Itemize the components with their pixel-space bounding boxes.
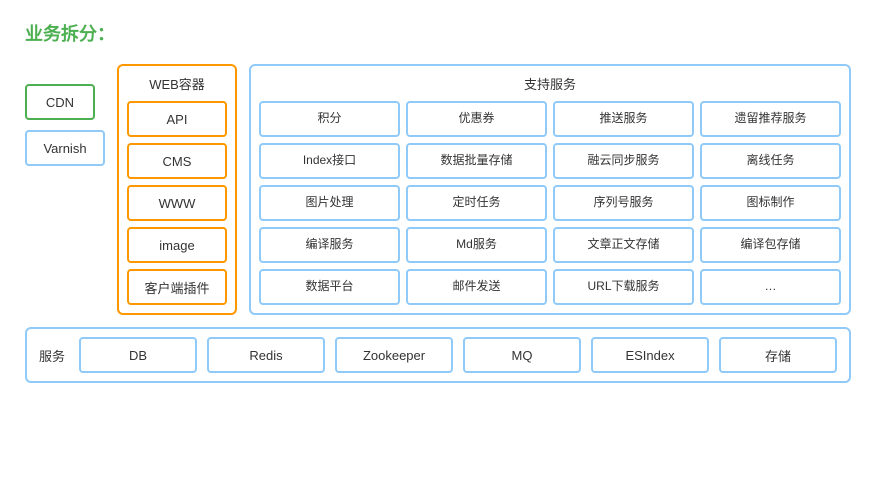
main-container: 业务拆分： CDN Varnish WEB容器 API CMS WWW image 客户… [0, 0, 876, 500]
support-item: 编译包存储 [700, 227, 841, 263]
support-item: 编译服务 [259, 227, 400, 263]
support-section-title: 支持服务 [259, 74, 841, 93]
support-item: … [700, 269, 841, 305]
support-item: 数据批量存储 [406, 143, 547, 179]
web-section-title: WEB容器 [127, 74, 227, 93]
left-items: CDN Varnish [25, 84, 105, 166]
bottom-section: 服务 DB Redis Zookeeper MQ ESIndex 存储 [25, 327, 851, 383]
web-item: 客户端插件 [127, 269, 227, 305]
service-item: Zookeeper [335, 337, 453, 373]
web-item: WWW [127, 185, 227, 221]
support-item: 数据平台 [259, 269, 400, 305]
top-section: CDN Varnish WEB容器 API CMS WWW image 客户端插件 支持… [25, 64, 851, 315]
support-item: 邮件发送 [406, 269, 547, 305]
support-item: 文章正文存储 [553, 227, 694, 263]
service-item: ESIndex [591, 337, 709, 373]
support-item: 图片处理 [259, 185, 400, 221]
support-item: URL下载服务 [553, 269, 694, 305]
web-items: API CMS WWW image 客户端插件 [127, 101, 227, 305]
service-label: 服务 [39, 346, 65, 365]
support-item: 积分 [259, 101, 400, 137]
varnish-box: Varnish [25, 130, 105, 166]
support-item: 遗留推荐服务 [700, 101, 841, 137]
support-container: 支持服务 积分优惠券推送服务遗留推荐服务 Index接口数据批量存储融云同步服务离… [249, 64, 851, 315]
cdn-label: CDN [46, 95, 74, 110]
support-item: Index接口 [259, 143, 400, 179]
support-item: 离线任务 [700, 143, 841, 179]
web-container: WEB容器 API CMS WWW image 客户端插件 [117, 64, 237, 315]
support-item: Md服务 [406, 227, 547, 263]
web-item: CMS [127, 143, 227, 179]
page-title: 业务拆分： [25, 20, 851, 46]
service-item: Redis [207, 337, 325, 373]
support-item: 序列号服务 [553, 185, 694, 221]
support-item: 定时任务 [406, 185, 547, 221]
service-item: 存储 [719, 337, 837, 373]
support-item: 推送服务 [553, 101, 694, 137]
cdn-box: CDN [25, 84, 95, 120]
support-item: 图标制作 [700, 185, 841, 221]
service-item: DB [79, 337, 197, 373]
web-item: API [127, 101, 227, 137]
varnish-label: Varnish [43, 141, 86, 156]
support-item: 融云同步服务 [553, 143, 694, 179]
support-grid: 积分优惠券推送服务遗留推荐服务 Index接口数据批量存储融云同步服务离线任务图片… [259, 101, 841, 305]
support-item: 优惠券 [406, 101, 547, 137]
web-item: image [127, 227, 227, 263]
service-item: MQ [463, 337, 581, 373]
